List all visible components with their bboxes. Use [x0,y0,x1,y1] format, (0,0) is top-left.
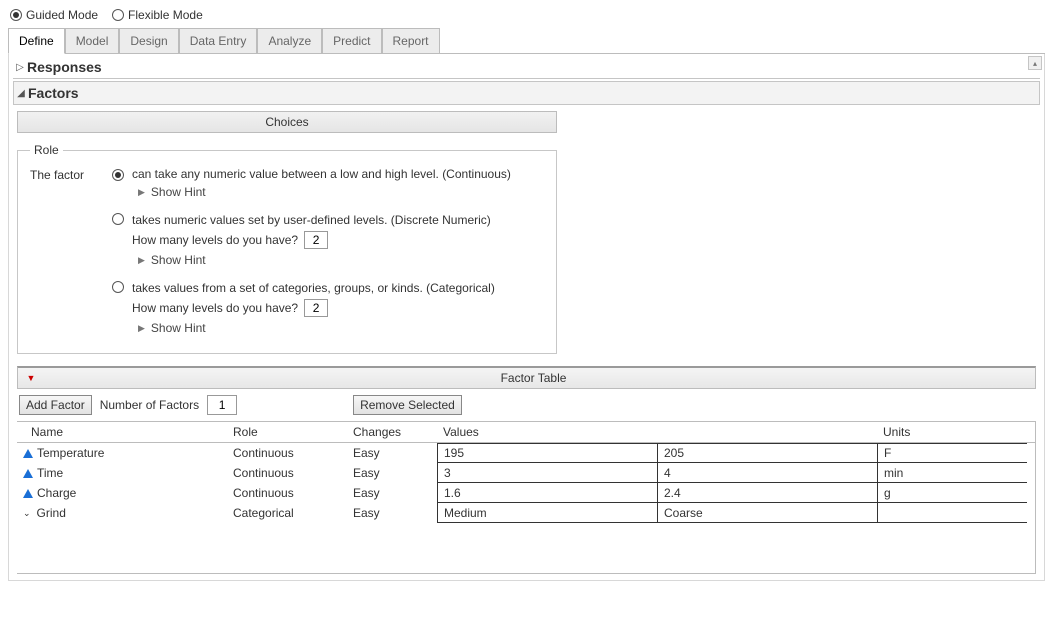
chevron-down-icon: ⌄ [23,508,31,519]
num-factors-label: Number of Factors [100,398,199,412]
red-triangle-menu-icon[interactable]: ▼ [24,372,38,384]
discrete-label: takes numeric values set by user-defined… [132,213,544,227]
factor-name-cell[interactable]: Temperature [17,443,227,463]
chevron-right-icon: ▶ [138,255,145,266]
factor-changes[interactable]: Easy [347,483,437,503]
factor-units[interactable]: g [877,483,1027,503]
col-changes[interactable]: Changes [347,422,437,442]
factor-units[interactable]: F [877,443,1027,463]
factor-role[interactable]: Categorical [227,503,347,523]
categorical-hint-toggle[interactable]: ▶ Show Hint [138,321,544,335]
table-row[interactable]: Time ContinuousEasy34min [17,463,1035,483]
factor-value-high[interactable]: 2.4 [657,483,877,503]
factor-grid: Name Role Changes Values Units Temperatu… [17,421,1036,574]
factor-value-high[interactable]: Coarse [657,503,877,523]
col-name[interactable]: Name [17,422,227,442]
remove-selected-button[interactable]: Remove Selected [353,395,462,415]
continuous-radio[interactable] [112,169,124,181]
continuous-icon [23,489,33,498]
factor-role[interactable]: Continuous [227,463,347,483]
factor-role[interactable]: Continuous [227,443,347,463]
role-lead: The factor [30,167,110,182]
categorical-label: takes values from a set of categories, g… [132,281,544,295]
factor-units[interactable]: min [877,463,1027,483]
table-row[interactable]: ⌄ Grind CategoricalEasyMediumCoarse [17,503,1035,523]
show-hint-label: Show Hint [151,321,206,335]
factor-name-cell[interactable]: ⌄ Grind [17,503,227,523]
chevron-right-icon: ▷ [15,62,25,73]
factors-header[interactable]: ◢ Factors [13,81,1040,105]
show-hint-label: Show Hint [151,253,206,267]
factor-name-cell[interactable]: Time [17,463,227,483]
responses-header[interactable]: ▷ Responses [13,56,1040,79]
tab-data-entry[interactable]: Data Entry [179,28,258,53]
col-values[interactable]: Values [437,422,657,442]
table-row[interactable]: Charge ContinuousEasy1.62.4g [17,483,1035,503]
mode-selector: Guided Mode Flexible Mode [8,4,1045,28]
factor-table-title: Factor Table [38,371,1029,385]
factor-value-low[interactable]: 195 [437,443,657,463]
factor-value-high[interactable]: 205 [657,443,877,463]
guided-mode-radio[interactable] [10,9,22,21]
factor-name: Temperature [37,446,104,460]
flexible-mode-radio[interactable] [112,9,124,21]
factor-value-low[interactable]: Medium [437,503,657,523]
factor-value-high[interactable]: 4 [657,463,877,483]
show-hint-label: Show Hint [151,185,206,199]
define-panel: ▴ ▷ Responses ◢ Factors Choices Role The… [8,54,1045,581]
choices-bar[interactable]: Choices [17,111,557,133]
categorical-radio[interactable] [112,281,124,293]
discrete-levels-prompt: How many levels do you have? [132,233,298,247]
factor-name: Time [37,466,63,480]
chevron-down-icon: ◢ [16,88,26,99]
factor-table: ▼ Factor Table Add Factor Number of Fact… [17,366,1036,574]
chevron-right-icon: ▶ [138,187,145,198]
discrete-levels-input[interactable] [304,231,328,249]
factor-changes[interactable]: Easy [347,463,437,483]
continuous-icon [23,449,33,458]
factor-units[interactable] [877,503,1027,523]
tab-define[interactable]: Define [8,28,65,54]
factor-value-low[interactable]: 3 [437,463,657,483]
col-role[interactable]: Role [227,422,347,442]
tab-design[interactable]: Design [119,28,178,53]
categorical-levels-input[interactable] [304,299,328,317]
factor-value-low[interactable]: 1.6 [437,483,657,503]
factor-name: Grind [37,506,66,520]
flexible-mode-label: Flexible Mode [128,8,203,22]
responses-title: Responses [27,59,102,75]
factor-table-header: ▼ Factor Table [17,366,1036,389]
guided-mode-label: Guided Mode [26,8,98,22]
factor-changes[interactable]: Easy [347,503,437,523]
tab-predict[interactable]: Predict [322,28,381,53]
continuous-hint-toggle[interactable]: ▶ Show Hint [138,185,544,199]
col-units[interactable]: Units [877,422,1027,442]
scroll-up-icon[interactable]: ▴ [1028,56,1042,70]
tab-report[interactable]: Report [382,28,440,53]
discrete-hint-toggle[interactable]: ▶ Show Hint [138,253,544,267]
discrete-radio[interactable] [112,213,124,225]
table-row[interactable]: Temperature ContinuousEasy195205F [17,443,1035,463]
tab-strip: Define Model Design Data Entry Analyze P… [8,28,1045,54]
grid-header-row: Name Role Changes Values Units [17,422,1035,443]
factor-name-cell[interactable]: Charge [17,483,227,503]
tab-model[interactable]: Model [65,28,120,53]
factor-role[interactable]: Continuous [227,483,347,503]
continuous-icon [23,469,33,478]
continuous-label: can take any numeric value between a low… [132,167,544,181]
chevron-right-icon: ▶ [138,323,145,334]
choices-label: Choices [265,115,308,129]
add-factor-button[interactable]: Add Factor [19,395,92,415]
tab-analyze[interactable]: Analyze [257,28,322,53]
factors-title: Factors [28,85,79,101]
factor-name: Charge [37,486,76,500]
role-fieldset: Role The factor can take any numeric val… [17,143,557,354]
categorical-levels-prompt: How many levels do you have? [132,301,298,315]
role-legend: Role [30,143,63,157]
factor-changes[interactable]: Easy [347,443,437,463]
num-factors-input[interactable] [207,395,237,415]
